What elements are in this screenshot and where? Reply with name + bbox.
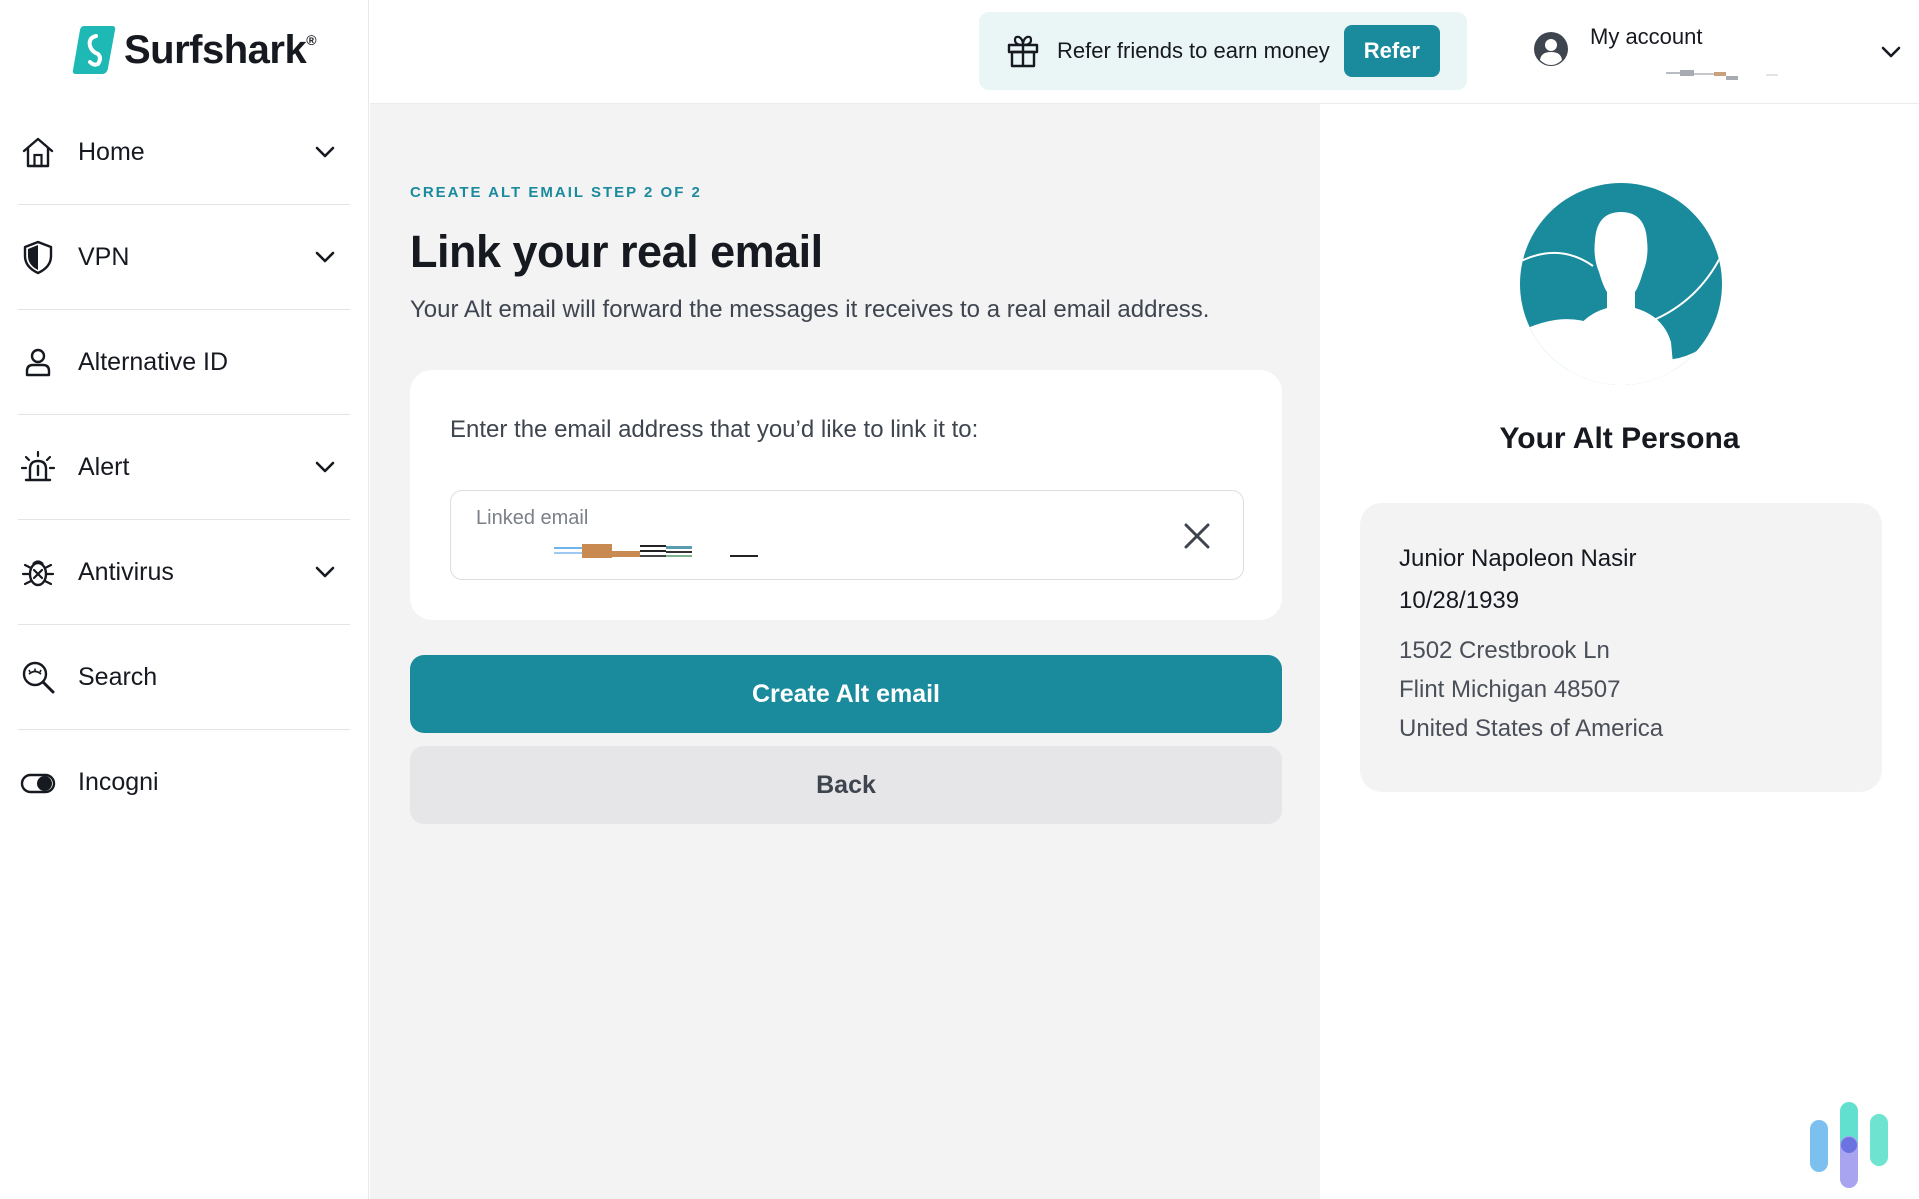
sidebar-item-antivirus[interactable]: Antivirus xyxy=(18,520,350,625)
persona-details-card: Junior Napoleon Nasir 10/28/1939 1502 Cr… xyxy=(1360,503,1882,792)
page-subtitle: Your Alt email will forward the messages… xyxy=(410,296,1210,323)
link-email-card: Enter the email address that you’d like … xyxy=(410,370,1282,620)
persona-address-line-1: 1502 Crestbrook Ln xyxy=(1399,637,1610,664)
persona-address-line-3: United States of America xyxy=(1399,715,1664,742)
card-prompt: Enter the email address that you’d like … xyxy=(450,416,979,443)
sidebar-item-alternative-id[interactable]: Alternative ID xyxy=(18,310,350,415)
person-icon xyxy=(18,342,58,382)
persona-address-line-2: Flint Michigan 48507 xyxy=(1399,676,1621,703)
sidebar-item-vpn[interactable]: VPN xyxy=(18,205,350,310)
gift-icon xyxy=(1007,35,1039,68)
account-label: My account xyxy=(1590,24,1703,49)
bug-icon xyxy=(18,552,58,592)
chevron-down-icon xyxy=(315,461,335,473)
home-icon xyxy=(18,132,58,172)
account-menu[interactable]: My account xyxy=(1533,22,1903,86)
sidebar-item-label: Antivirus xyxy=(78,557,174,586)
refer-text: Refer friends to earn money xyxy=(1057,38,1330,63)
sidebar-nav: Home VPN Alternative ID Alert Antivirus … xyxy=(18,100,350,835)
surfshark-logo[interactable]: Surfshark® xyxy=(72,24,317,76)
main-content: CREATE ALT EMAIL STEP 2 OF 2 Link your r… xyxy=(370,104,1320,1199)
sidebar-item-label: VPN xyxy=(78,242,130,271)
persona-title: Your Alt Persona xyxy=(1499,422,1740,455)
sidebar-item-label: Alert xyxy=(78,452,130,481)
page-title: Link your real email xyxy=(410,226,823,277)
sidebar-item-search[interactable]: Search xyxy=(18,625,350,730)
chevron-down-icon xyxy=(1881,46,1901,58)
redacted-email-value xyxy=(554,544,758,558)
persona-dob: 10/28/1939 xyxy=(1399,587,1520,614)
step-indicator: CREATE ALT EMAIL STEP 2 OF 2 xyxy=(410,184,702,201)
alarm-icon xyxy=(18,447,58,487)
brand-name: Surfshark® xyxy=(124,27,317,72)
shield-icon xyxy=(18,237,58,277)
account-avatar-icon xyxy=(1534,32,1568,66)
refer-button[interactable]: Refer xyxy=(1343,25,1440,77)
chevron-down-icon xyxy=(315,146,335,158)
top-bar: Refer friends to earn money Refer My acc… xyxy=(370,0,1919,104)
chevron-down-icon xyxy=(315,566,335,578)
sidebar-item-home[interactable]: Home xyxy=(18,100,350,205)
refer-banner: Refer friends to earn money Refer xyxy=(979,12,1467,90)
sidebar: Surfshark® Home VPN Alternative ID Alert… xyxy=(0,0,369,1199)
linked-email-input[interactable]: Linked email xyxy=(450,490,1244,580)
sidebar-item-label: Incogni xyxy=(78,768,159,796)
persona-panel: Your Alt Persona Junior Napoleon Nasir 1… xyxy=(1320,104,1919,1199)
email-field-label: Linked email xyxy=(476,507,589,529)
create-alt-email-button[interactable]: Create Alt email xyxy=(410,655,1282,733)
sidebar-item-label: Search xyxy=(78,662,158,691)
watermark-logo-icon xyxy=(1810,1102,1888,1188)
chevron-down-icon xyxy=(315,251,335,263)
back-button[interactable]: Back xyxy=(410,746,1282,824)
persona-name: Junior Napoleon Nasir xyxy=(1399,545,1637,572)
sidebar-item-incogni[interactable]: Incogni xyxy=(18,730,350,835)
redacted-account-email xyxy=(1666,70,1778,80)
sidebar-item-label: Alternative ID xyxy=(78,347,229,376)
sidebar-item-alert[interactable]: Alert xyxy=(18,415,350,520)
persona-avatar xyxy=(1520,183,1722,385)
clear-input-icon[interactable] xyxy=(1181,520,1213,552)
sidebar-item-label: Home xyxy=(78,137,145,166)
toggle-icon xyxy=(18,763,58,803)
search-icon xyxy=(18,657,58,697)
surfshark-logo-icon xyxy=(72,26,116,74)
